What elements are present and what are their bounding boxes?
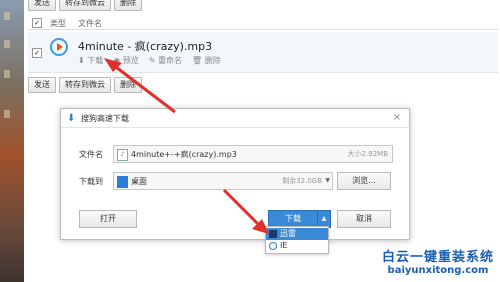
watermark: 白云一键重装系统 baiyunxitong.com: [382, 246, 494, 276]
watermark-url: baiyunxitong.com: [387, 265, 489, 276]
arrow-to-download-action: [104, 58, 176, 114]
annotation-arrows: [104, 58, 269, 234]
arrow-to-xunlei-menu: [222, 188, 269, 234]
watermark-title: 白云一键重装系统: [381, 250, 494, 265]
